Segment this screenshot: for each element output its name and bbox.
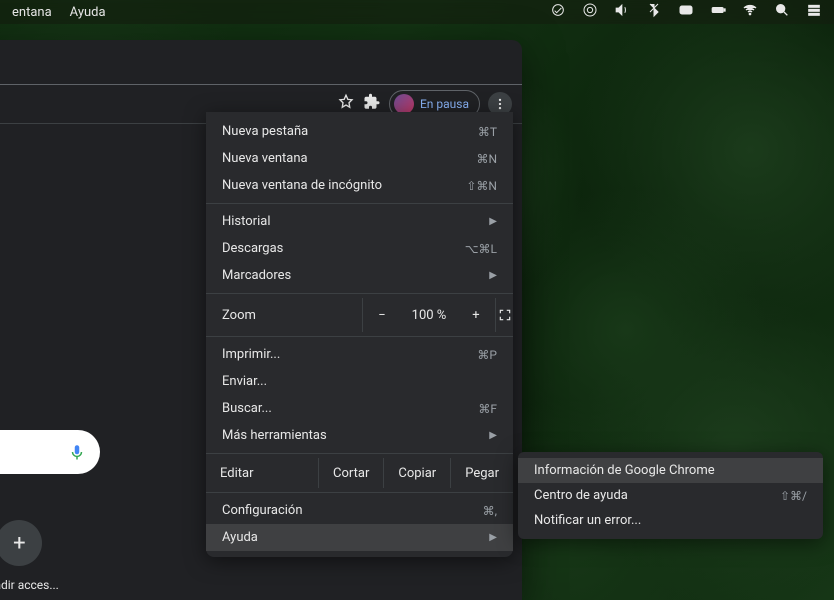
- menu-shortcut: ⇧⌘N: [466, 179, 497, 193]
- menu-separator: [206, 293, 513, 294]
- menu-help[interactable]: Ayuda ▶: [206, 524, 513, 551]
- chrome-main-menu: Nueva pestaña ⌘T Nueva ventana ⌘N Nueva …: [206, 112, 513, 557]
- copy-button[interactable]: Copiar: [383, 458, 450, 488]
- battery-icon[interactable]: [710, 2, 726, 22]
- zoom-out-button[interactable]: −: [363, 308, 401, 323]
- menu-separator: [206, 203, 513, 204]
- menu-label: Pegar: [465, 466, 499, 481]
- menu-downloads[interactable]: Descargas ⌥⌘L: [206, 235, 513, 262]
- menu-send[interactable]: Enviar...: [206, 368, 513, 395]
- menu-label: Descargas: [222, 241, 283, 256]
- menu-shortcut: ⌘P: [477, 348, 497, 362]
- menu-separator: [206, 492, 513, 493]
- spotlight-icon[interactable]: [774, 2, 790, 22]
- menu-label: Nueva pestaña: [222, 124, 308, 139]
- chevron-right-icon: ▶: [489, 216, 497, 227]
- bluetooth-icon[interactable]: [646, 2, 662, 22]
- paste-button[interactable]: Pegar: [450, 458, 513, 488]
- zoom-in-button[interactable]: +: [457, 308, 495, 323]
- menubar-item[interactable]: entana: [12, 5, 52, 20]
- search-input[interactable]: [0, 430, 100, 474]
- menu-shortcut: ⌘,: [483, 504, 497, 518]
- menu-shortcut: ⌘T: [478, 125, 497, 139]
- wifi-icon[interactable]: [742, 2, 758, 22]
- menu-label: Marcadores: [222, 268, 291, 283]
- menu-zoom: Zoom − 100 % +: [206, 298, 513, 332]
- cut-button[interactable]: Cortar: [318, 458, 383, 488]
- add-shortcut-button[interactable]: + Añadir acces...: [0, 520, 59, 592]
- menu-new-tab[interactable]: Nueva pestaña ⌘T: [206, 118, 513, 145]
- menu-label: Centro de ayuda: [534, 488, 628, 503]
- chevron-right-icon: ▶: [489, 532, 497, 543]
- menu-edit-row: Editar Cortar Copiar Pegar: [206, 458, 513, 488]
- menu-label: Editar: [220, 466, 254, 481]
- menu-label: Notificar un error...: [534, 513, 641, 528]
- submenu-help-center[interactable]: Centro de ayuda ⇧⌘/: [518, 483, 823, 508]
- menu-label: Cortar: [333, 466, 369, 481]
- menu-new-window[interactable]: Nueva ventana ⌘N: [206, 145, 513, 172]
- menu-separator: [206, 453, 513, 454]
- menu-settings[interactable]: Configuración ⌘,: [206, 497, 513, 524]
- zoom-value: 100 %: [401, 308, 457, 323]
- menu-label: Buscar...: [222, 401, 272, 416]
- menu-separator: [206, 336, 513, 337]
- notification-center-icon[interactable]: [806, 2, 822, 22]
- menu-shortcut: ⌥⌘L: [465, 242, 497, 256]
- menu-find[interactable]: Buscar... ⌘F: [206, 395, 513, 422]
- menu-label: Nueva ventana: [222, 151, 308, 166]
- plus-icon: +: [13, 531, 25, 556]
- tray-icon[interactable]: [550, 2, 566, 22]
- mic-icon[interactable]: [68, 443, 86, 461]
- menu-label: Configuración: [222, 503, 303, 518]
- menu-print[interactable]: Imprimir... ⌘P: [206, 341, 513, 368]
- menu-label: Copiar: [398, 466, 436, 481]
- submenu-about-chrome[interactable]: Información de Google Chrome: [518, 458, 823, 483]
- creative-cloud-icon[interactable]: [582, 2, 598, 22]
- shortcut-label: Añadir acces...: [0, 578, 59, 592]
- menu-shortcut: ⌘N: [476, 152, 497, 166]
- submenu-report-error[interactable]: Notificar un error...: [518, 508, 823, 533]
- macos-menubar: entana Ayuda: [0, 0, 834, 24]
- chevron-right-icon: ▶: [489, 270, 497, 281]
- menu-incognito[interactable]: Nueva ventana de incógnito ⇧⌘N: [206, 172, 513, 199]
- menu-label: Zoom: [222, 308, 362, 323]
- avatar-icon: [394, 94, 414, 114]
- menu-label: Información de Google Chrome: [534, 463, 715, 478]
- menu-label: Imprimir...: [222, 347, 280, 362]
- chevron-right-icon: ▶: [489, 430, 497, 441]
- menu-label: Enviar...: [222, 374, 267, 389]
- menu-label: Más herramientas: [222, 428, 327, 443]
- menu-label: Nueva ventana de incógnito: [222, 178, 382, 193]
- menu-label: Ayuda: [222, 530, 258, 545]
- menu-more-tools[interactable]: Más herramientas ▶: [206, 422, 513, 449]
- menu-bookmarks[interactable]: Marcadores ▶: [206, 262, 513, 289]
- control-center-icon[interactable]: [678, 2, 694, 22]
- profile-status-label: En pausa: [420, 97, 469, 111]
- fullscreen-button[interactable]: [495, 298, 513, 332]
- menu-history[interactable]: Historial ▶: [206, 208, 513, 235]
- menu-label: Historial: [222, 214, 270, 229]
- volume-icon[interactable]: [614, 2, 630, 22]
- menu-shortcut: ⇧⌘/: [780, 489, 807, 503]
- menu-shortcut: ⌘F: [478, 402, 497, 416]
- help-submenu: Información de Google Chrome Centro de a…: [518, 452, 823, 539]
- menubar-item[interactable]: Ayuda: [70, 5, 106, 20]
